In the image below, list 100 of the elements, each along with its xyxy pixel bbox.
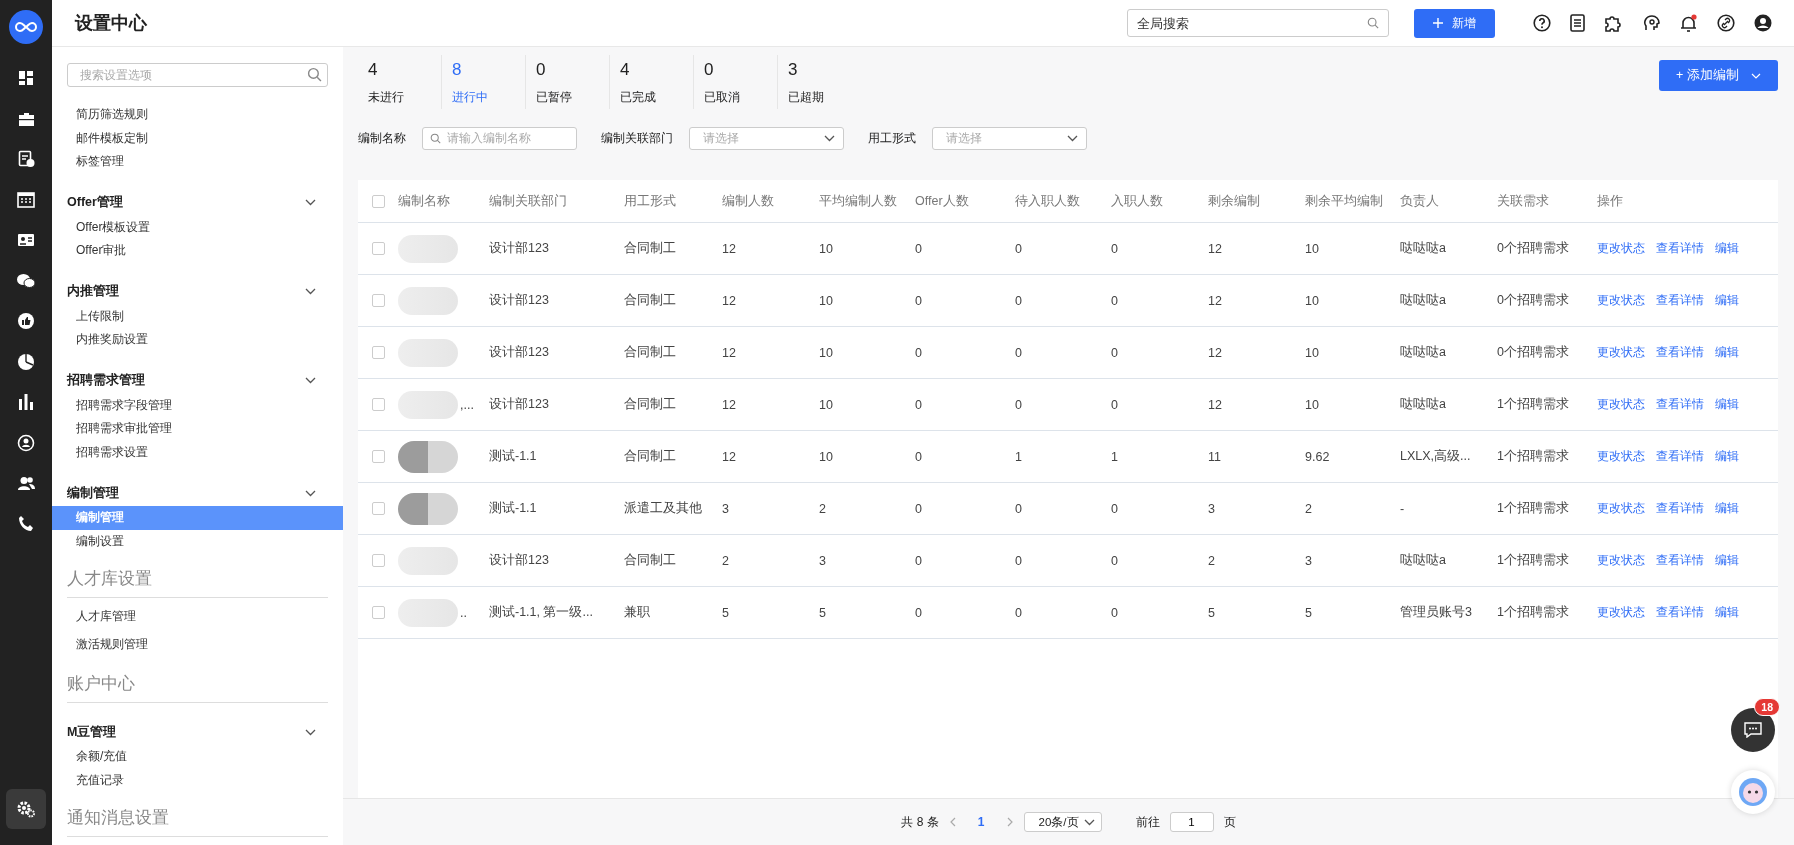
- action-link[interactable]: 查看详情: [1656, 345, 1704, 360]
- status-tab[interactable]: 4 已完成: [610, 55, 694, 109]
- phone-icon: [17, 515, 35, 533]
- table-cell: 0: [1111, 293, 1118, 308]
- table-cell: 1个招聘需求: [1497, 500, 1569, 517]
- app-logo[interactable]: [9, 10, 43, 44]
- select-all-checkbox[interactable]: [371, 194, 385, 208]
- sidebar-item[interactable]: Offer模板设置: [52, 215, 343, 239]
- action-link[interactable]: 更改状态: [1597, 345, 1645, 360]
- row-checkbox[interactable]: [371, 294, 385, 307]
- table-cell: 测试-1.1: [489, 448, 537, 465]
- column-header: 剩余平均编制: [1305, 192, 1383, 210]
- page-number[interactable]: 1: [965, 815, 997, 829]
- table-cell: 12: [1208, 241, 1222, 256]
- new-button[interactable]: 新增: [1414, 8, 1495, 38]
- action-link[interactable]: 编辑: [1715, 553, 1739, 568]
- action-link[interactable]: 查看详情: [1656, 397, 1704, 412]
- column-header: 待入职人数: [1015, 192, 1080, 210]
- document-icon[interactable]: [1570, 14, 1585, 32]
- add-headcount-button[interactable]: + 添加编制: [1659, 60, 1778, 91]
- action-link[interactable]: 编辑: [1715, 449, 1739, 464]
- notification-bell-icon[interactable]: [1680, 13, 1698, 33]
- sidebar-item[interactable]: 上传限制: [52, 304, 343, 328]
- goto-page-field[interactable]: 1: [1169, 812, 1214, 832]
- table-cell: 派遣工及其他: [624, 500, 702, 517]
- sidebar-item[interactable]: 余额/充值: [52, 745, 343, 769]
- sidebar-item[interactable]: 招聘需求设置: [52, 440, 343, 464]
- settings-button[interactable]: [6, 788, 46, 829]
- action-link[interactable]: 查看详情: [1656, 501, 1704, 516]
- row-checkbox[interactable]: [371, 554, 385, 567]
- sidebar-group-header[interactable]: 招聘需求管理: [67, 367, 328, 394]
- table-cell: 10: [819, 293, 833, 308]
- sidebar-item[interactable]: 编制设置: [52, 529, 343, 553]
- head-icon[interactable]: [1642, 13, 1661, 33]
- table-cell: 1个招聘需求: [1497, 604, 1569, 621]
- action-link[interactable]: 查看详情: [1656, 241, 1704, 256]
- row-checkbox[interactable]: [371, 606, 385, 619]
- action-link[interactable]: 查看详情: [1656, 449, 1704, 464]
- action-link[interactable]: 更改状态: [1597, 501, 1645, 516]
- name-text: ..: [460, 605, 467, 620]
- redacted-name: [398, 286, 458, 315]
- account-icon[interactable]: [1754, 14, 1772, 32]
- sidebar-item[interactable]: 内推奖励设置: [52, 328, 343, 352]
- action-link[interactable]: 更改状态: [1597, 605, 1645, 620]
- sidebar-item[interactable]: 简历筛选规则: [52, 103, 343, 127]
- row-checkbox[interactable]: [371, 450, 385, 463]
- table-cell: 0: [1111, 605, 1118, 620]
- row-checkbox[interactable]: [371, 242, 385, 255]
- table-cell: 0: [1015, 241, 1022, 256]
- help-icon[interactable]: [1533, 14, 1551, 32]
- row-checkbox[interactable]: [371, 502, 385, 515]
- action-link[interactable]: 查看详情: [1656, 605, 1704, 620]
- action-link[interactable]: 编辑: [1715, 501, 1739, 516]
- status-tab[interactable]: 0 已暂停: [526, 55, 610, 109]
- column-header: Offer人数: [915, 192, 969, 210]
- status-tab[interactable]: 0 已取消: [694, 55, 778, 109]
- name-text: ,...: [460, 397, 474, 412]
- action-link[interactable]: 编辑: [1715, 397, 1739, 412]
- sidebar-item[interactable]: 充值记录: [52, 768, 343, 792]
- action-link[interactable]: 编辑: [1715, 293, 1739, 308]
- sidebar-item[interactable]: 招聘需求审批管理: [52, 417, 343, 441]
- status-tab[interactable]: 3 已超期: [778, 55, 861, 109]
- page-size-select[interactable]: 20条/页: [1023, 812, 1102, 832]
- table-cell: 0: [1015, 293, 1022, 308]
- sidebar-group-header[interactable]: M豆管理: [67, 719, 328, 745]
- status-tab[interactable]: 8 进行中: [442, 55, 526, 109]
- sidebar-item[interactable]: 标签管理: [52, 150, 343, 174]
- action-link[interactable]: 编辑: [1715, 345, 1739, 360]
- table-cell: 12: [1208, 293, 1222, 308]
- sidebar-item[interactable]: 激活规则管理: [52, 630, 343, 658]
- action-link[interactable]: 更改状态: [1597, 449, 1645, 464]
- row-checkbox[interactable]: [371, 346, 385, 359]
- action-link[interactable]: 更改状态: [1597, 397, 1645, 412]
- table-cell: 10: [1305, 293, 1319, 308]
- action-link[interactable]: 查看详情: [1656, 293, 1704, 308]
- sidebar-item[interactable]: 邮件模板定制: [52, 126, 343, 150]
- row-checkbox[interactable]: [371, 398, 385, 411]
- name-filter-field[interactable]: 请输入编制名称: [422, 126, 577, 150]
- link-icon[interactable]: [1717, 14, 1735, 32]
- settings-search-field[interactable]: 搜索设置选项: [67, 63, 328, 87]
- action-link[interactable]: 更改状态: [1597, 293, 1645, 308]
- sidebar-group-header[interactable]: 内推管理: [67, 278, 328, 305]
- action-link[interactable]: 查看详情: [1656, 553, 1704, 568]
- status-tab[interactable]: 4 未进行: [358, 55, 442, 109]
- sidebar-group-header[interactable]: 编制管理: [67, 480, 328, 506]
- sidebar-item[interactable]: 人才库管理: [52, 602, 343, 630]
- action-link[interactable]: 更改状态: [1597, 241, 1645, 256]
- action-link[interactable]: 更改状态: [1597, 553, 1645, 568]
- table-cell: 设计部123: [489, 552, 549, 569]
- chevron-icon: [824, 134, 835, 142]
- global-search-field[interactable]: 全局搜索: [1127, 9, 1389, 37]
- action-link[interactable]: 编辑: [1715, 241, 1739, 256]
- sidebar-item[interactable]: 招聘需求字段管理: [52, 393, 343, 417]
- sidebar-group-header[interactable]: Offer管理: [67, 189, 328, 216]
- table-cell: 0个招聘需求: [1497, 344, 1569, 361]
- action-link[interactable]: 编辑: [1715, 605, 1739, 620]
- puzzle-icon[interactable]: [1604, 13, 1623, 33]
- sidebar-item[interactable]: Offer审批: [52, 239, 343, 263]
- redacted-name: [398, 492, 458, 525]
- sidebar-item[interactable]: 编制管理: [52, 506, 343, 530]
